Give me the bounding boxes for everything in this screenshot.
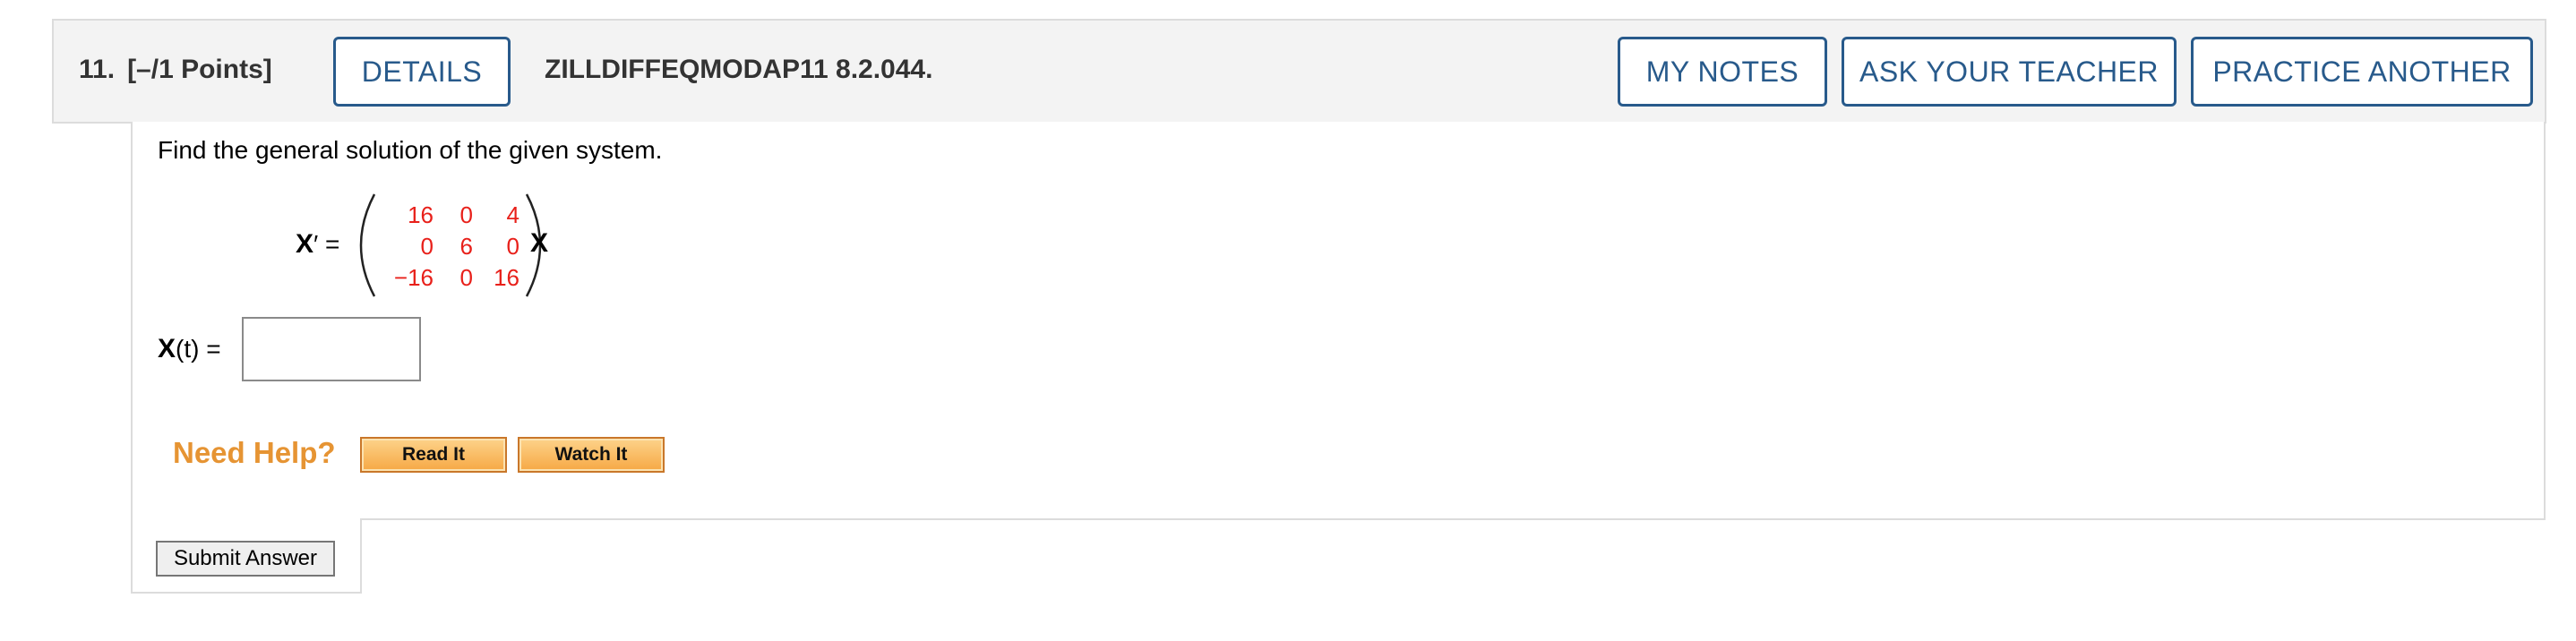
- read-it-button[interactable]: Read It: [360, 437, 507, 473]
- answer-vector-symbol: X: [158, 334, 176, 363]
- matrix-cell: 16: [408, 201, 434, 228]
- question-points: [–/1 Points]: [127, 55, 272, 84]
- practice-another-button[interactable]: PRACTICE ANOTHER: [2191, 37, 2533, 107]
- lhs-prime-equals: ′ =: [313, 230, 340, 258]
- matrix-cell: 4: [506, 201, 519, 228]
- question-code: ZILLDIFFEQMODAP11 8.2.044.: [545, 55, 933, 84]
- rhs-vector-symbol: X: [530, 228, 549, 258]
- coefficient-matrix: 16 0 4 0 6 0 −16 0 16: [356, 192, 550, 298]
- equation-lhs: X′ =: [296, 229, 339, 260]
- question-header: 11. [–/1 Points] DETAILS ZILLDIFFEQMODAP1…: [52, 19, 2546, 124]
- need-help-label: Need Help?: [173, 436, 336, 469]
- ask-your-teacher-button[interactable]: ASK YOUR TEACHER: [1842, 37, 2177, 107]
- answer-equals: =: [199, 335, 221, 363]
- question-prompt: Find the general solution of the given s…: [158, 136, 663, 164]
- answer-variable: (t): [176, 335, 200, 363]
- matrix-parentheses: [359, 193, 542, 297]
- question-number: 11. [–/1 Points]: [79, 55, 285, 85]
- matrix-cell: 0: [506, 233, 519, 260]
- matrix-cell: 0: [420, 233, 434, 260]
- submit-tab-join: [133, 517, 360, 522]
- matrix-cell: −16: [393, 264, 434, 291]
- left-paren: [359, 193, 376, 297]
- answer-label: X(t) =: [158, 334, 221, 364]
- matrix-cell: 0: [459, 201, 473, 228]
- answer-input[interactable]: [242, 317, 421, 381]
- submit-answer-button[interactable]: Submit Answer: [156, 541, 335, 577]
- watch-it-button[interactable]: Watch It: [518, 437, 665, 473]
- matrix-cell: 16: [494, 264, 519, 291]
- matrix-cell: 0: [459, 264, 473, 291]
- question-index: 11.: [79, 55, 116, 84]
- details-button[interactable]: DETAILS: [333, 37, 511, 107]
- lhs-vector-symbol: X: [296, 229, 314, 259]
- my-notes-button[interactable]: MY NOTES: [1618, 37, 1827, 107]
- matrix-cell: 6: [459, 233, 473, 260]
